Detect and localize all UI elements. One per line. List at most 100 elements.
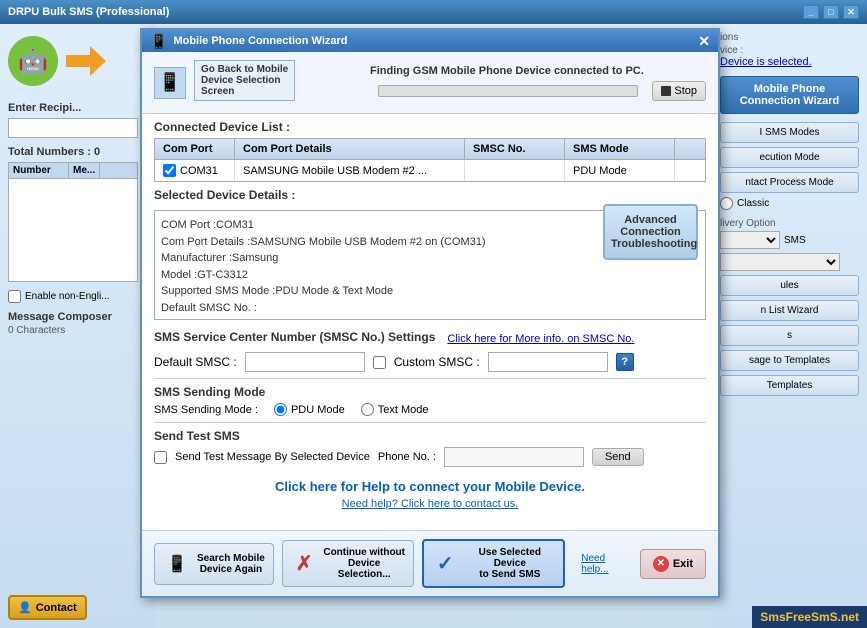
custom-smsc-input[interactable] [488, 352, 608, 372]
advanced-line2: Connection [611, 226, 690, 238]
continue-without-label: Continue withoutDevice Selection... [323, 547, 405, 580]
text-mode-label: Text Mode [378, 404, 429, 416]
smsc-link[interactable]: Click here for More info. on SMSC No. [447, 333, 634, 345]
detail-operator-code: Operator Code : [161, 316, 699, 320]
smsc-cell [465, 160, 565, 181]
table-row[interactable]: COM31 SAMSUNG Mobile USB Modem #2 ... PD… [155, 160, 705, 181]
right-panel: ions vice : Device is selected. Mobile P… [712, 24, 867, 628]
com-port-value: COM31 [180, 165, 218, 177]
contact-process-label: ntact Process Mode [745, 177, 833, 188]
left-panel: 🤖 Enter Recipi... Total Numbers : 0 Numb… [0, 24, 155, 628]
progress-row: Stop [370, 81, 706, 101]
rules-button[interactable]: ules [720, 275, 859, 296]
delivery-select[interactable] [720, 231, 780, 249]
wizard-header-icon: 📱 [154, 67, 186, 99]
delivery-select-2[interactable] [720, 253, 840, 271]
non-english-label: Enable non-Engli... [25, 291, 110, 302]
text-mode-radio-item: Text Mode [361, 403, 429, 416]
send-test-desc: Send Test Message By Selected Device [175, 451, 370, 463]
delivery-option-label: livery Option [720, 218, 859, 229]
col-message-header: Me... [69, 163, 100, 178]
classic-radio[interactable] [720, 197, 733, 210]
mobile-phone-wizard-button[interactable]: Mobile PhoneConnection Wizard [720, 76, 859, 114]
device-checkbox[interactable] [163, 164, 176, 177]
pdu-mode-label: PDU Mode [291, 404, 345, 416]
text-mode-radio[interactable] [361, 403, 374, 416]
classic-radio-item: Classic [720, 197, 859, 210]
advanced-line3: Troubleshooting [611, 238, 690, 250]
stop-button[interactable]: Stop [652, 81, 706, 101]
default-smsc-label: Default SMSC : [154, 355, 237, 369]
templates-button[interactable]: Templates [720, 375, 859, 396]
smsc-question-button[interactable]: ? [616, 353, 634, 371]
advanced-troubleshooting-button[interactable]: Advanced Connection Troubleshooting [603, 204, 698, 260]
use-selected-button[interactable]: ✓ Use Selected Deviceto Send SMS [422, 539, 565, 588]
continue-without-button[interactable]: ✗ Continue withoutDevice Selection... [282, 540, 414, 587]
wizard-titlebar: 📱 Mobile Phone Connection Wizard ✕ [142, 30, 718, 52]
classic-label: Classic [737, 198, 769, 209]
message-composer-label: Message Composer [8, 311, 147, 323]
send-test-row: Send Test Message By Selected Device Pho… [154, 447, 706, 467]
col-details-header: Com Port Details [235, 139, 465, 159]
exit-button[interactable]: ✕ Exit [640, 549, 706, 579]
search-again-button[interactable]: 📱 Search MobileDevice Again [154, 543, 274, 585]
non-english-row: Enable non-Engli... [8, 290, 147, 303]
list-wizard-button[interactable]: n List Wizard [720, 300, 859, 321]
contact-button[interactable]: 👤 Contact [8, 595, 87, 620]
recipients-input[interactable] [8, 118, 138, 138]
sms-mode-cell: PDU Mode [565, 160, 675, 181]
logo-area: 🤖 [8, 36, 147, 86]
help-right-link[interactable]: Need help... [581, 553, 632, 575]
help-contact-link[interactable]: Need help? Click here to contact us. [154, 498, 706, 510]
phone-label: Phone No. : [378, 451, 436, 463]
back-button[interactable]: Go Back to MobileDevice SelectionScreen [194, 60, 295, 101]
ions-label: ions [720, 32, 859, 43]
pdu-mode-radio[interactable] [274, 403, 287, 416]
execution-mode-button[interactable]: ecution Mode [720, 147, 859, 168]
sage-to-templates-label: sage to Templates [749, 355, 830, 366]
wizard-header: 📱 Go Back to MobileDevice SelectionScree… [142, 52, 718, 114]
templates-label: Templates [767, 380, 813, 391]
send-test-label: Send Test SMS [154, 429, 706, 443]
device-details-cell: SAMSUNG Mobile USB Modem #2 ... [235, 160, 465, 181]
progress-bar-container [378, 85, 638, 97]
sms-mode-radio-row: SMS Sending Mode : PDU Mode Text Mode [154, 403, 706, 416]
rules-label: ules [780, 280, 798, 291]
search-again-icon: 📱 [163, 550, 191, 578]
send-test-checkbox[interactable] [154, 451, 167, 464]
sms-modes-button[interactable]: I SMS Modes [720, 122, 859, 143]
minimize-button[interactable]: _ [803, 5, 819, 19]
col-com-header: Com Port [155, 139, 235, 159]
help-main-text[interactable]: Click here for Help to connect your Mobi… [154, 479, 706, 494]
char-count: 0 Characters [8, 325, 147, 336]
sms-mode-section-label: SMS Sending Mode [154, 385, 706, 399]
help-section: Click here for Help to connect your Mobi… [142, 471, 718, 514]
default-smsc-input[interactable] [245, 352, 365, 372]
wizard-title: Mobile Phone Connection Wizard [173, 35, 347, 47]
non-english-checkbox[interactable] [8, 290, 21, 303]
device-label: vice : [720, 45, 859, 56]
wizard-titlebar-icon: 📱 [150, 33, 167, 50]
total-numbers-label: Total Numbers : 0 [8, 146, 147, 158]
app-titlebar: DRPU Bulk SMS (Professional) _ □ ✕ [0, 0, 867, 24]
contact-process-button[interactable]: ntact Process Mode [720, 172, 859, 193]
finding-text: Finding GSM Mobile Phone Device connecte… [370, 65, 706, 77]
send-button[interactable]: Send [592, 448, 644, 466]
sms-mode-section: SMS Sending Mode SMS Sending Mode : PDU … [142, 381, 718, 420]
wizard-close-button[interactable]: ✕ [698, 33, 710, 50]
sms-label: SMS [784, 235, 806, 246]
s-button[interactable]: s [720, 325, 859, 346]
sage-to-templates-button[interactable]: sage to Templates [720, 350, 859, 371]
connected-device-list-label: Connected Device List : [142, 114, 718, 138]
app-window: DRPU Bulk SMS (Professional) _ □ ✕ 🤖 Ent… [0, 0, 867, 628]
smsc-row: Default SMSC : Custom SMSC : ? [154, 352, 706, 372]
smsc-section: SMS Service Center Number (SMSC No.) Set… [142, 324, 718, 376]
use-selected-icon: ✓ [432, 550, 458, 578]
col-mode-header: SMS Mode [565, 139, 675, 159]
divider-1 [154, 378, 706, 379]
maximize-button[interactable]: □ [823, 5, 839, 19]
close-button[interactable]: ✕ [843, 5, 859, 19]
col-number-header: Number [9, 163, 69, 178]
custom-smsc-checkbox[interactable] [373, 356, 386, 369]
phone-input[interactable] [444, 447, 584, 467]
